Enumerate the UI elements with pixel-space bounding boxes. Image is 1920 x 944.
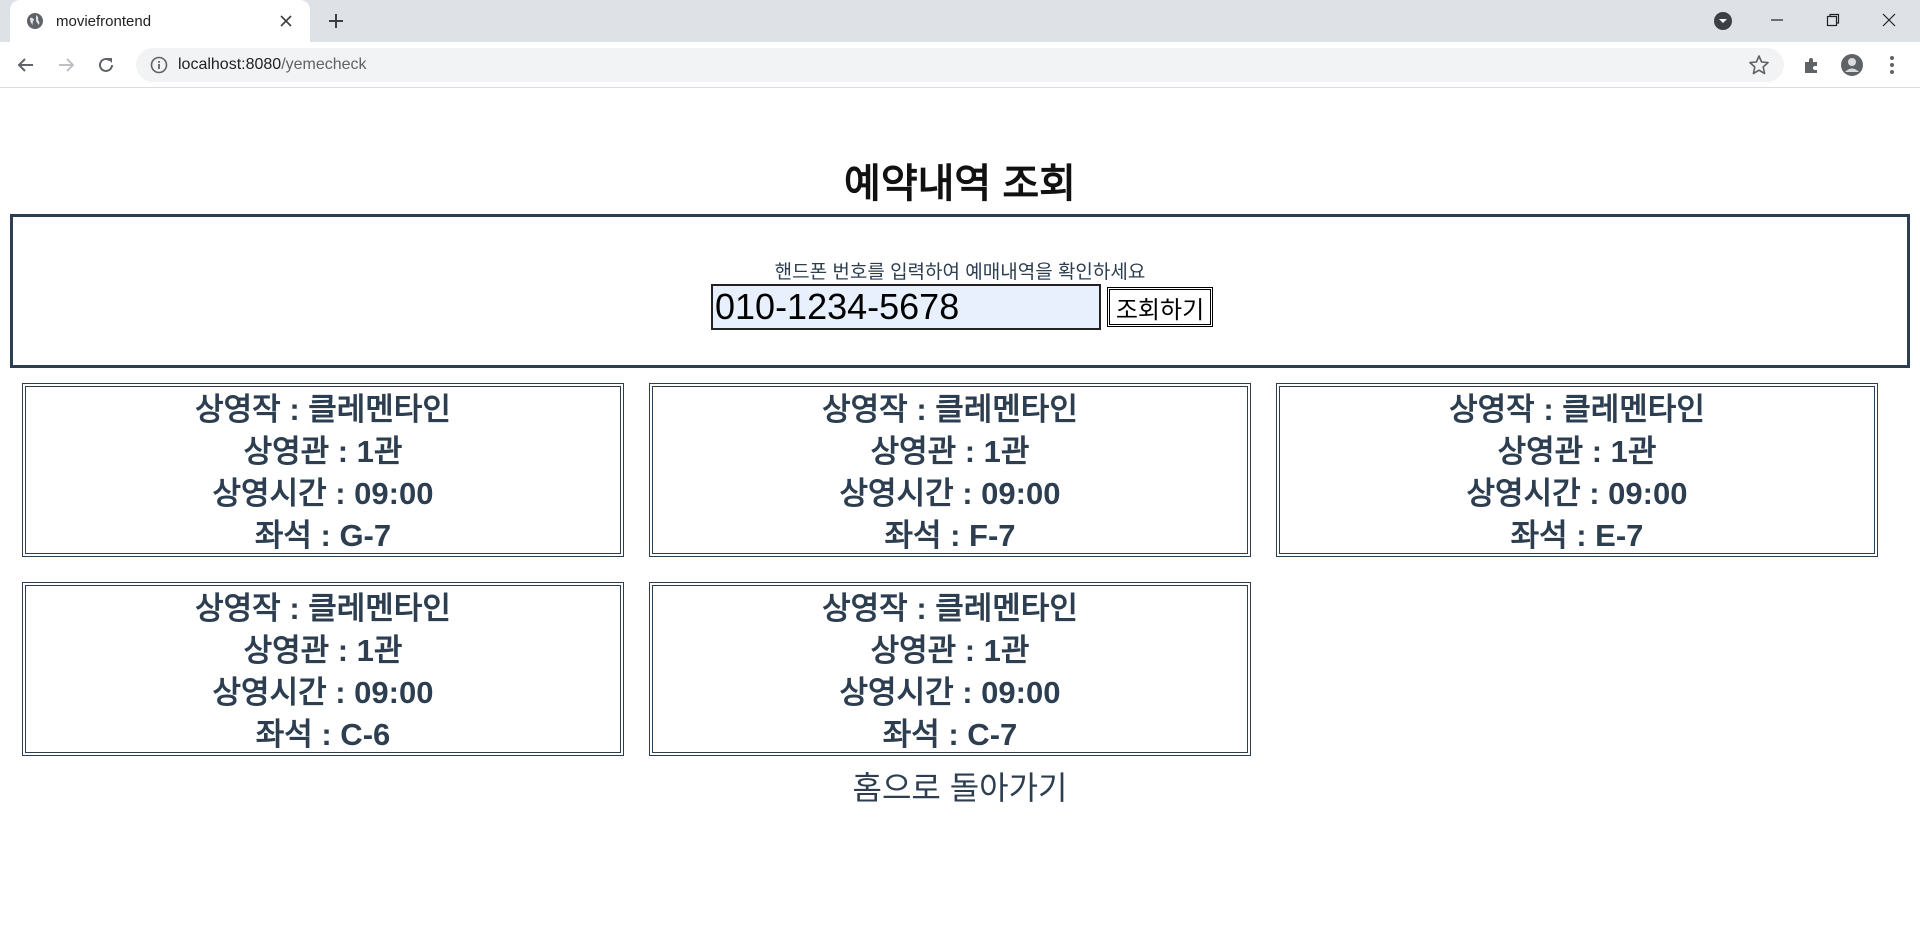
- show-time: 상영시간 : 09:00: [212, 675, 434, 710]
- reservation-card: 상영작 : 클레멘타인 상영관 : 1관 상영시간 : 09:00 좌석 : C…: [649, 582, 1251, 756]
- close-window-icon[interactable]: [1866, 0, 1912, 40]
- search-hint: 핸드폰 번호를 입력하여 예매내역을 확인하세요: [774, 262, 1146, 283]
- seat: 좌석 : E-7: [1510, 518, 1644, 553]
- screen-hall: 상영관 : 1관: [243, 434, 403, 469]
- screen-hall: 상영관 : 1관: [243, 633, 403, 668]
- reservation-card: 상영작 : 클레멘타인 상영관 : 1관 상영시간 : 09:00 좌석 : C…: [22, 582, 624, 756]
- home-link[interactable]: 홈으로 돌아가기: [0, 766, 1920, 810]
- profile-avatar-icon[interactable]: [1838, 51, 1866, 79]
- movie-title: 상영작 : 클레멘타인: [822, 392, 1078, 427]
- back-arrow-icon[interactable]: [12, 51, 40, 79]
- show-time: 상영시간 : 09:00: [839, 476, 1061, 511]
- show-time: 상영시간 : 09:00: [839, 675, 1061, 710]
- extensions-puzzle-icon[interactable]: [1798, 51, 1826, 79]
- globe-icon: [27, 13, 43, 29]
- reservation-card: 상영작 : 클레멘타인 상영관 : 1관 상영시간 : 09:00 좌석 : F…: [649, 383, 1251, 557]
- browser-toolbar: localhost:8080/yemecheck: [0, 42, 1920, 88]
- bookmark-star-icon[interactable]: [1748, 54, 1770, 76]
- phone-number-input[interactable]: 010-1234-5678: [711, 284, 1101, 330]
- site-info-icon[interactable]: [150, 56, 168, 74]
- url-host: localhost:8080: [178, 56, 282, 73]
- seat: 좌석 : F-7: [884, 518, 1016, 553]
- more-menu-icon[interactable]: [1878, 51, 1906, 79]
- url-path: /yemecheck: [281, 56, 367, 73]
- movie-title: 상영작 : 클레멘타인: [195, 591, 451, 626]
- movie-title: 상영작 : 클레멘타인: [1449, 392, 1705, 427]
- seat: 좌석 : G-7: [254, 518, 392, 553]
- show-time: 상영시간 : 09:00: [1466, 476, 1688, 511]
- tab-title: moviefrontend: [56, 12, 152, 30]
- page-title: 예약내역 조회: [844, 162, 1076, 206]
- seat: 좌석 : C-6: [255, 717, 391, 752]
- search-panel: 핸드폰 번호를 입력하여 예매내역을 확인하세요 010-1234-5678 조…: [10, 214, 1910, 368]
- seat: 좌석 : C-7: [882, 717, 1018, 752]
- screen-hall: 상영관 : 1관: [870, 633, 1030, 668]
- browser-tab[interactable]: moviefrontend: [10, 0, 310, 42]
- restore-icon[interactable]: [1810, 0, 1856, 40]
- address-bar[interactable]: localhost:8080/yemecheck: [136, 48, 1784, 82]
- reservation-card: 상영작 : 클레멘타인 상영관 : 1관 상영시간 : 09:00 좌석 : E…: [1276, 383, 1878, 557]
- search-button[interactable]: 조회하기: [1107, 287, 1213, 327]
- reload-icon[interactable]: [92, 51, 120, 79]
- reservation-card: 상영작 : 클레멘타인 상영관 : 1관 상영시간 : 09:00 좌석 : G…: [22, 383, 624, 557]
- forward-arrow-icon[interactable]: [52, 51, 80, 79]
- minimize-icon[interactable]: [1754, 0, 1800, 40]
- screen-hall: 상영관 : 1관: [1497, 434, 1657, 469]
- movie-title: 상영작 : 클레멘타인: [822, 591, 1078, 626]
- close-tab-icon[interactable]: [274, 9, 298, 33]
- movie-title: 상영작 : 클레멘타인: [195, 392, 451, 427]
- screen-hall: 상영관 : 1관: [870, 434, 1030, 469]
- show-time: 상영시간 : 09:00: [212, 476, 434, 511]
- tab-search-dropdown-icon[interactable]: [1712, 10, 1734, 32]
- new-tab-plus-icon[interactable]: [322, 9, 350, 33]
- tab-strip: moviefrontend: [0, 0, 1920, 42]
